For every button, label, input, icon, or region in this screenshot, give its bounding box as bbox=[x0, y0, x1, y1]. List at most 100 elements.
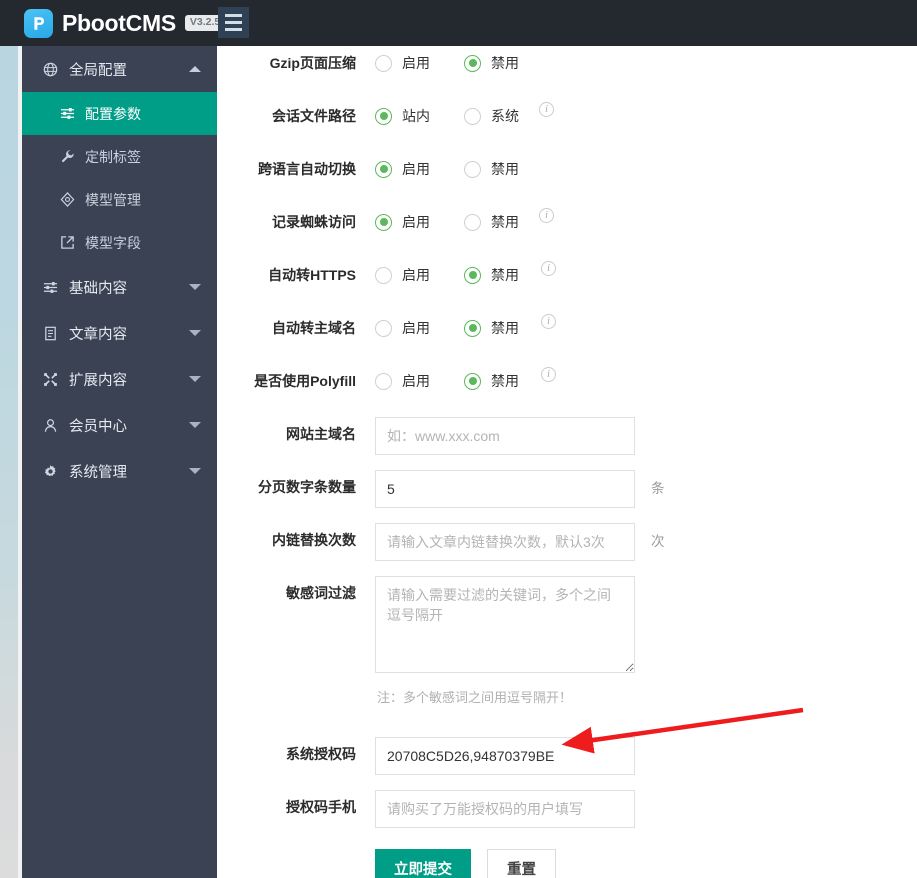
pboot-logo-icon bbox=[24, 8, 53, 38]
form-label: 分页数字条数量 bbox=[258, 479, 356, 495]
cube-icon bbox=[57, 192, 77, 207]
radio-mark-icon bbox=[464, 107, 481, 125]
sidebar-item-custom-tags[interactable]: 定制标签 bbox=[22, 135, 217, 178]
form-row-page-count: 分页数字条数量 条 bbox=[217, 470, 917, 523]
radio-main-domain-enable[interactable]: 启用 bbox=[375, 311, 430, 345]
sidebar-group-article-content[interactable]: 文章内容 bbox=[22, 310, 217, 356]
sidebar-group-label: 系统管理 bbox=[69, 464, 127, 481]
radio-session-system[interactable]: 系统 bbox=[464, 99, 519, 133]
form-label: 网站主域名 bbox=[286, 426, 356, 442]
sidebar-group-basic-content[interactable]: 基础内容 bbox=[22, 264, 217, 310]
form-row-auth-code: 系统授权码 bbox=[217, 737, 917, 790]
radio-mark-icon bbox=[464, 319, 481, 337]
radio-lang-enable[interactable]: 启用 bbox=[375, 152, 430, 186]
sensitive-words-textarea[interactable] bbox=[375, 576, 635, 673]
form-row-auth-phone: 授权码手机 bbox=[217, 790, 917, 843]
radio-spider-disable[interactable]: 禁用 bbox=[464, 205, 519, 239]
form-label: 会话文件路径 bbox=[272, 108, 356, 124]
sensitive-words-hint: 注：多个敏感词之间用逗号隔开！ bbox=[377, 690, 573, 705]
caret-down-icon bbox=[189, 376, 201, 382]
radio-mark-icon bbox=[464, 266, 481, 284]
radio-main-domain-disable[interactable]: 禁用 bbox=[464, 311, 519, 345]
sidebar-group-member-center[interactable]: 会员中心 bbox=[22, 402, 217, 448]
radio-gzip-disable[interactable]: 禁用 bbox=[464, 46, 519, 80]
info-icon[interactable]: i bbox=[541, 367, 556, 382]
form-label: 记录蜘蛛访问 bbox=[272, 214, 356, 230]
hamburger-bar bbox=[225, 21, 242, 24]
sidebar-group-system-manage[interactable]: 系统管理 bbox=[22, 448, 217, 494]
auth-code-input[interactable] bbox=[375, 737, 635, 775]
top-header-bar: PbootCMS V3.2.5 bbox=[0, 0, 917, 46]
sidebar-item-config-params[interactable]: 配置参数 bbox=[22, 92, 217, 135]
hamburger-bar bbox=[225, 14, 242, 17]
sidebar-submenu-global-config: 配置参数 定制标签 模型管理 模型字段 bbox=[22, 92, 217, 264]
radio-gzip-enable[interactable]: 启用 bbox=[375, 46, 430, 80]
radio-mark-icon bbox=[375, 213, 392, 231]
globe-icon bbox=[40, 62, 60, 77]
radio-session-site[interactable]: 站内 bbox=[375, 99, 430, 133]
radio-spider-enable[interactable]: 启用 bbox=[375, 205, 430, 239]
radio-polyfill-disable[interactable]: 禁用 bbox=[464, 364, 519, 398]
radio-mark-icon bbox=[375, 266, 392, 284]
wrench-icon bbox=[57, 149, 77, 164]
info-icon[interactable]: i bbox=[539, 102, 554, 117]
form-label: 跨语言自动切换 bbox=[258, 161, 356, 177]
radio-polyfill-enable[interactable]: 启用 bbox=[375, 364, 430, 398]
sidebar-group-label: 基础内容 bbox=[69, 280, 127, 297]
radio-mark-icon bbox=[464, 213, 481, 231]
sidebar-nav: 全局配置 配置参数 定制标签 模型管理 模型字段 基础内容 文章内容 扩展内容 … bbox=[22, 46, 217, 878]
form-row-inner-link: 内链替换次数 次 bbox=[217, 523, 917, 576]
form-label: 内链替换次数 bbox=[272, 532, 356, 548]
brand-logo[interactable]: PbootCMS V3.2.5 bbox=[24, 4, 226, 42]
form-label: 授权码手机 bbox=[286, 799, 356, 815]
radio-https-enable[interactable]: 启用 bbox=[375, 258, 430, 292]
radio-mark-icon bbox=[375, 160, 392, 178]
sidebar-group-label: 文章内容 bbox=[69, 326, 127, 343]
radio-https-disable[interactable]: 禁用 bbox=[464, 258, 519, 292]
form-row-polyfill: 是否使用Polyfill 启用 禁用 i bbox=[217, 364, 917, 417]
sidebar-group-label: 会员中心 bbox=[69, 418, 127, 435]
info-icon[interactable]: i bbox=[541, 314, 556, 329]
document-icon bbox=[40, 326, 60, 341]
radio-mark-icon bbox=[464, 372, 481, 390]
submit-button[interactable]: 立即提交 bbox=[375, 849, 471, 878]
form-row-lang-switch: 跨语言自动切换 启用 禁用 bbox=[217, 152, 917, 205]
sidebar-item-model-fields[interactable]: 模型字段 bbox=[22, 221, 217, 264]
radio-mark-icon bbox=[375, 54, 392, 72]
info-icon[interactable]: i bbox=[541, 261, 556, 276]
form-label: 自动转HTTPS bbox=[268, 267, 356, 283]
config-form-panel: Gzip页面压缩 启用 禁用 会话文件路径 站内 系统 i 跨语言自动切换 启用… bbox=[217, 46, 917, 878]
sidebar-item-label: 模型字段 bbox=[85, 234, 141, 251]
hamburger-menu-icon[interactable] bbox=[218, 7, 249, 38]
form-label: 敏感词过滤 bbox=[286, 585, 356, 601]
form-row-auto-main-domain: 自动转主域名 启用 禁用 i bbox=[217, 311, 917, 364]
info-icon[interactable]: i bbox=[539, 208, 554, 223]
page-count-input[interactable] bbox=[375, 470, 635, 508]
gear-icon bbox=[40, 464, 60, 479]
sidebar-group-global-config[interactable]: 全局配置 bbox=[22, 46, 217, 92]
radio-mark-icon bbox=[375, 107, 392, 125]
form-row-site-domain: 网站主域名 bbox=[217, 417, 917, 470]
sidebar-item-label: 配置参数 bbox=[85, 105, 141, 122]
caret-down-icon bbox=[189, 284, 201, 290]
sliders-icon bbox=[40, 280, 60, 295]
radio-mark-icon bbox=[464, 160, 481, 178]
form-row-auto-https: 自动转HTTPS 启用 禁用 i bbox=[217, 258, 917, 311]
form-label: 系统授权码 bbox=[286, 746, 356, 762]
form-actions: 立即提交 重置 bbox=[375, 843, 917, 878]
sidebar-group-label: 扩展内容 bbox=[69, 372, 127, 389]
form-row-session-path: 会话文件路径 站内 系统 i bbox=[217, 99, 917, 152]
caret-down-icon bbox=[189, 468, 201, 474]
radio-lang-disable[interactable]: 禁用 bbox=[464, 152, 519, 186]
unit-label: 条 bbox=[651, 481, 665, 496]
sidebar-group-extended-content[interactable]: 扩展内容 bbox=[22, 356, 217, 402]
sidebar-item-label: 模型管理 bbox=[85, 191, 141, 208]
sidebar-item-model-manage[interactable]: 模型管理 bbox=[22, 178, 217, 221]
radio-mark-icon bbox=[375, 372, 392, 390]
form-row-gzip: Gzip页面压缩 启用 禁用 bbox=[217, 46, 917, 99]
reset-button[interactable]: 重置 bbox=[487, 849, 556, 878]
auth-phone-input[interactable] bbox=[375, 790, 635, 828]
radio-mark-icon bbox=[375, 319, 392, 337]
site-domain-input[interactable] bbox=[375, 417, 635, 455]
inner-link-input[interactable] bbox=[375, 523, 635, 561]
